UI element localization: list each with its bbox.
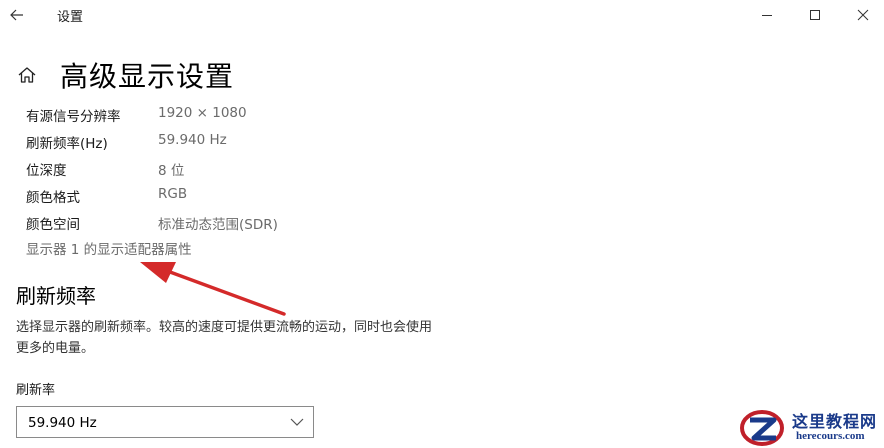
- home-icon: [18, 67, 36, 83]
- info-row-refresh-hz: 刷新频率(Hz) 59.940 Hz: [26, 129, 526, 156]
- info-label: 位深度: [26, 163, 67, 179]
- refresh-rate-dropdown[interactable]: 59.940 Hz: [16, 406, 314, 438]
- info-label: 颜色空间: [26, 217, 80, 233]
- section-description: 选择显示器的刷新频率。较高的速度可提供更流畅的运动，同时也会使用 更多的电量。: [16, 317, 516, 359]
- arrow-left-icon: [10, 9, 23, 21]
- watermark: 这里教程网 herecours.com: [736, 404, 884, 448]
- settings-window: 设置 高级显示设置 有源信号分辨率 1920 × 1080 刷新频率(Hz) 5…: [0, 0, 884, 448]
- watermark-logo-icon: [740, 410, 784, 446]
- back-button[interactable]: [4, 2, 30, 28]
- refresh-rate-label: 刷新率: [16, 383, 56, 398]
- info-label: 有源信号分辨率: [26, 109, 121, 125]
- info-row-bit-depth: 位深度 8 位: [26, 156, 526, 183]
- display-info-list: 有源信号分辨率 1920 × 1080 刷新频率(Hz) 59.940 Hz 位…: [26, 102, 526, 237]
- minimize-button[interactable]: [744, 0, 790, 30]
- app-title: 设置: [57, 10, 84, 25]
- dropdown-selected-value: 59.940 Hz: [28, 415, 97, 431]
- minimize-icon: [762, 15, 772, 16]
- description-line: 选择显示器的刷新频率。较高的速度可提供更流畅的运动，同时也会使用: [16, 320, 433, 335]
- info-value: RGB: [158, 186, 188, 202]
- info-value: 8 位: [158, 163, 185, 179]
- info-value: 标准动态范围(SDR): [158, 217, 278, 233]
- info-label: 刷新频率(Hz): [26, 136, 108, 152]
- page-title: 高级显示设置: [60, 60, 235, 93]
- description-line: 更多的电量。: [16, 341, 95, 356]
- display-adapter-properties-link[interactable]: 显示器 1 的显示适配器属性: [26, 238, 192, 258]
- info-row-color-space: 颜色空间 标准动态范围(SDR): [26, 210, 526, 237]
- maximize-icon: [810, 10, 820, 20]
- watermark-url: herecours.com: [796, 430, 865, 442]
- info-value: 59.940 Hz: [158, 132, 227, 148]
- chevron-down-icon: [290, 418, 304, 426]
- title-bar: 设置: [0, 0, 884, 30]
- info-label: 颜色格式: [26, 190, 80, 206]
- maximize-button[interactable]: [792, 0, 838, 30]
- watermark-text: 这里教程网: [792, 412, 878, 431]
- info-value: 1920 × 1080: [158, 105, 247, 121]
- home-button[interactable]: [14, 62, 40, 88]
- section-title: 刷新频率: [16, 284, 96, 308]
- info-row-color-format: 颜色格式 RGB: [26, 183, 526, 210]
- close-icon: [857, 9, 869, 21]
- close-button[interactable]: [840, 0, 884, 30]
- info-row-resolution: 有源信号分辨率 1920 × 1080: [26, 102, 526, 129]
